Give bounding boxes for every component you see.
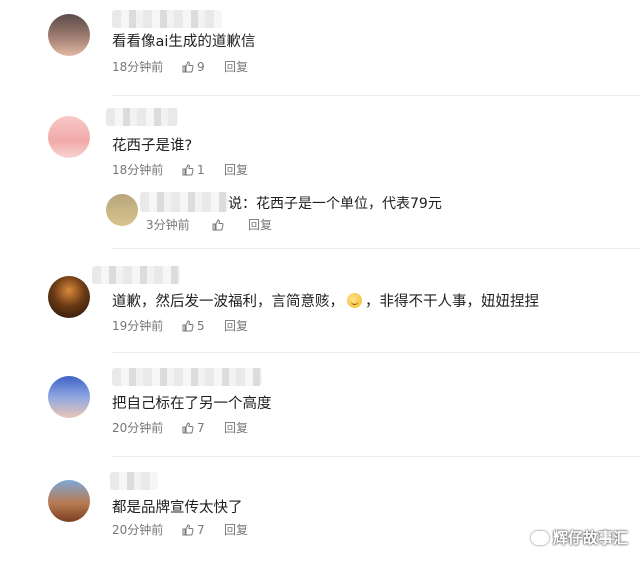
like-count: 9: [197, 60, 205, 74]
reply-text: 说：花西子是一个单位，代表79元: [228, 196, 442, 212]
avatar[interactable]: [48, 276, 90, 318]
avatar[interactable]: [48, 116, 90, 158]
like-count: 7: [197, 523, 205, 537]
thumbs-up-icon: [182, 422, 194, 434]
avatar[interactable]: [48, 376, 90, 418]
thumbs-up-icon: [182, 524, 194, 536]
divider: [112, 352, 640, 353]
comment-time: 18分钟前: [112, 60, 164, 74]
comment-meta: 18分钟前 9 回复: [112, 59, 248, 75]
thumbs-up-icon: [212, 219, 224, 231]
like-count: 1: [197, 163, 205, 177]
avatar[interactable]: [48, 14, 90, 56]
watermark: 辉仔故事汇: [530, 527, 628, 548]
reply-button[interactable]: 回复: [224, 162, 248, 178]
comment-text: 道歉，然后发一波福利，言简意赅， ，非得不干人事，妞妞捏捏: [112, 292, 539, 312]
username-blurred[interactable]: [112, 10, 222, 28]
reply-username-blurred[interactable]: [140, 192, 228, 212]
comment-meta: 19分钟前 5 回复: [112, 318, 248, 334]
comment-time: 19分钟前: [112, 319, 164, 333]
username-blurred[interactable]: [110, 472, 158, 490]
username-blurred[interactable]: [112, 368, 262, 386]
comment-text: 看看像ai生成的道歉信: [112, 34, 256, 50]
like-button[interactable]: 9: [182, 59, 222, 75]
reply-button[interactable]: 回复: [224, 522, 248, 538]
reply-avatar[interactable]: [106, 194, 138, 226]
username-blurred[interactable]: [92, 266, 180, 284]
comment-text-part: ，非得不干人事，妞妞捏捏: [365, 294, 539, 310]
comment-item: 看看像ai生成的道歉信 18分钟前 9 回复: [0, 0, 640, 96]
like-count: 7: [197, 421, 205, 435]
reply-meta: 3分钟前 回复: [146, 217, 272, 233]
comment-item: 道歉，然后发一波福利，言简意赅， ，非得不干人事，妞妞捏捏 19分钟前 5 回复: [0, 256, 640, 356]
smile-emoji-icon: [347, 293, 362, 308]
like-button[interactable]: 7: [182, 420, 222, 436]
reply-button[interactable]: 回复: [224, 59, 248, 75]
watermark-logo-icon: [530, 530, 549, 545]
comment-meta: 20分钟前 7 回复: [112, 420, 248, 436]
like-count: 5: [197, 319, 205, 333]
comment-item: 把自己标在了另一个高度 20分钟前 7 回复: [0, 356, 640, 460]
comment-text: 都是品牌宣传太快了: [112, 500, 243, 516]
reply-button[interactable]: 回复: [224, 318, 248, 334]
comment-time: 18分钟前: [112, 163, 164, 177]
comment-item: 花西子是谁? 18分钟前 1 回复 说：花西子是一个单位，代表79元 3分钟前 …: [0, 96, 640, 256]
reply-like-button[interactable]: [212, 219, 246, 231]
divider: [112, 456, 640, 457]
reply-time: 3分钟前: [146, 218, 190, 232]
like-button[interactable]: 7: [182, 522, 222, 538]
comment-time: 20分钟前: [112, 523, 164, 537]
thumbs-up-icon: [182, 61, 194, 73]
comment-text: 把自己标在了另一个高度: [112, 396, 272, 412]
comment-text: 花西子是谁?: [112, 138, 193, 154]
watermark-text: 辉仔故事汇: [552, 529, 628, 547]
like-button[interactable]: 1: [182, 162, 222, 178]
comment-meta: 20分钟前 7 回复: [112, 522, 248, 538]
thumbs-up-icon: [182, 320, 194, 332]
avatar[interactable]: [48, 480, 90, 522]
comment-text-part: 道歉，然后发一波福利，言简意赅，: [112, 294, 344, 310]
reply-button[interactable]: 回复: [248, 217, 272, 233]
thumbs-up-icon: [182, 164, 194, 176]
comment-meta: 18分钟前 1 回复: [112, 162, 248, 178]
divider: [112, 248, 640, 249]
username-blurred[interactable]: [106, 108, 178, 126]
reply-button[interactable]: 回复: [224, 420, 248, 436]
like-button[interactable]: 5: [182, 318, 222, 334]
comment-time: 20分钟前: [112, 421, 164, 435]
